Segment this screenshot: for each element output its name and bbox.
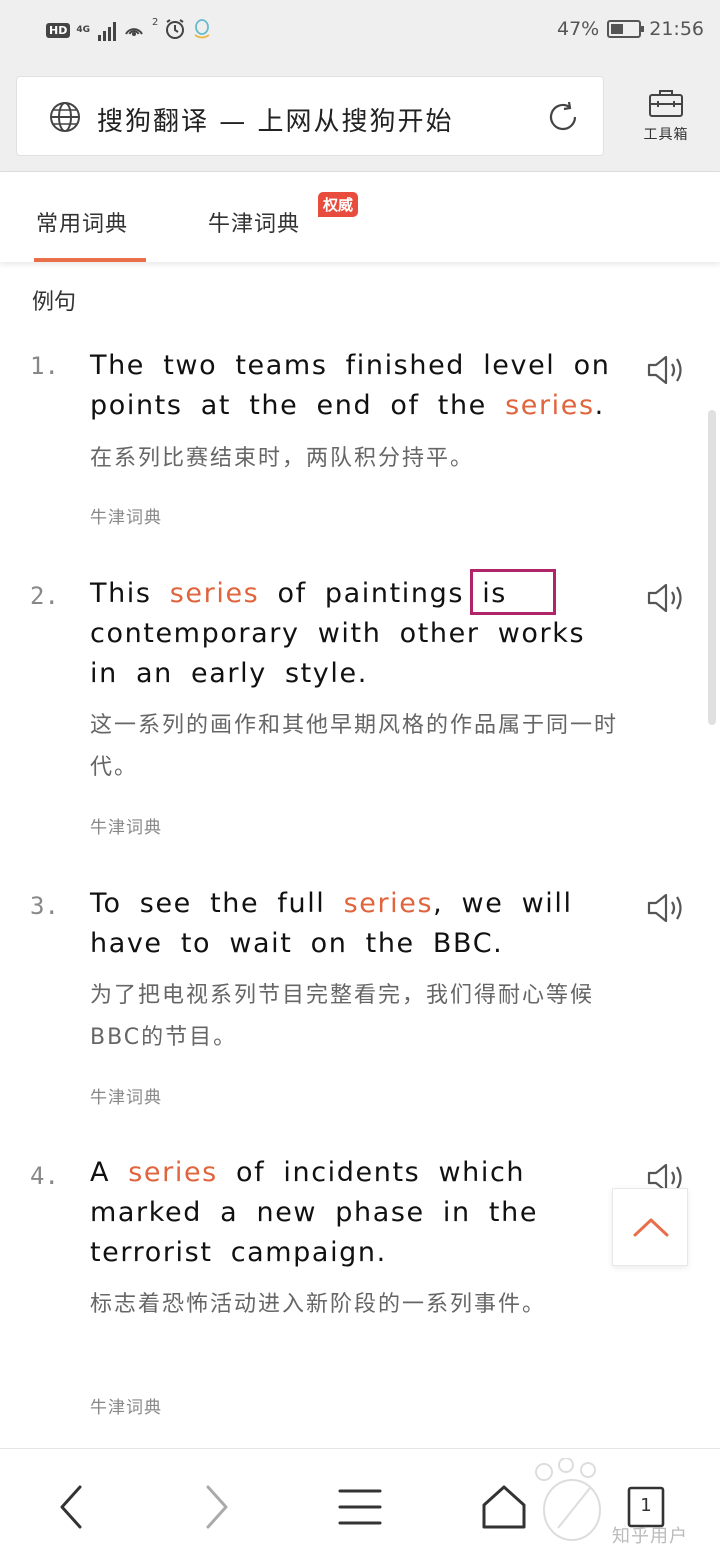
- example-source: 牛津词典: [90, 818, 162, 838]
- section-title: 例句: [32, 290, 77, 315]
- sentence-text: To see the full: [90, 888, 344, 919]
- example-translation: 在系列比赛结束时，两队积分持平。: [90, 446, 475, 471]
- example-number: 3.: [30, 892, 59, 920]
- zhihu-watermark-icon: [535, 1458, 601, 1541]
- example-sentence: The two teams finished level on points a…: [90, 346, 620, 426]
- globe-icon: [50, 102, 80, 132]
- refresh-icon[interactable]: [545, 99, 581, 135]
- back-arrow-icon[interactable]: [44, 1479, 100, 1535]
- dictionary-tabs: 常用词典 牛津词典 权威: [0, 172, 720, 262]
- menu-icon[interactable]: [332, 1479, 388, 1535]
- example-source: 牛津词典: [90, 508, 162, 528]
- alarm-icon: [164, 18, 186, 43]
- speaker-icon[interactable]: [646, 580, 686, 616]
- hd-indicator: HD: [46, 23, 71, 38]
- signal-icon: [98, 21, 116, 41]
- search-box[interactable]: 搜狗翻译 — 上网从搜狗开始: [16, 76, 604, 156]
- example-source: 牛津词典: [90, 1398, 162, 1418]
- sentence-text: A: [90, 1157, 129, 1188]
- active-tab-indicator: [34, 258, 146, 262]
- example-number: 1.: [30, 352, 59, 380]
- tab-oxford-dictionary[interactable]: 牛津词典: [208, 206, 300, 238]
- example-sentence: To see the full series, we will have to …: [90, 884, 620, 964]
- toolbox-label: 工具箱: [643, 127, 689, 143]
- hotspot-count: 2: [152, 17, 159, 28]
- header: 搜狗翻译 — 上网从搜狗开始 工具箱: [0, 62, 720, 172]
- sentence-text: .: [594, 390, 605, 421]
- toolbox-icon: [649, 90, 683, 117]
- battery-fill: [611, 24, 624, 34]
- back-to-top-button[interactable]: [612, 1188, 688, 1266]
- watermark-text: 知乎用户: [612, 1526, 688, 1547]
- forward-arrow-icon[interactable]: [188, 1479, 244, 1535]
- tab-count: 1: [640, 1495, 652, 1516]
- highlighted-word[interactable]: series: [128, 1157, 218, 1188]
- sentence-text: This: [90, 578, 170, 609]
- authority-badge: 权威: [318, 192, 359, 217]
- example-translation: 这一系列的画作和其他早期风格的作品属于同一时代。: [90, 713, 619, 780]
- toolbox-button[interactable]: 工具箱: [626, 88, 706, 144]
- example-translation: 为了把电视系列节目完整看完，我们得耐心等候BBC的节目。: [90, 983, 595, 1050]
- example-number: 4.: [30, 1162, 59, 1190]
- example-translation: 标志着恐怖活动进入新阶段的一系列事件。: [90, 1292, 547, 1317]
- annotation-highlight-box: [470, 569, 556, 615]
- status-left: HD 4G 2: [46, 17, 212, 43]
- home-icon[interactable]: [476, 1479, 532, 1535]
- example-source: 牛津词典: [90, 1088, 162, 1108]
- tab-common-dictionary[interactable]: 常用词典: [36, 206, 128, 238]
- chevron-up-icon: [633, 1218, 669, 1237]
- hotspot-icon: [122, 18, 146, 43]
- highlighted-word[interactable]: series: [344, 888, 434, 919]
- search-title: 搜狗翻译 — 上网从搜狗开始: [97, 107, 454, 137]
- speaker-icon[interactable]: [646, 890, 686, 926]
- network-type: 4G: [76, 25, 90, 35]
- status-bar: HD 4G 2 47% 21:56: [0, 0, 720, 62]
- scrollbar-thumb[interactable]: [708, 410, 716, 725]
- qq-icon: [192, 18, 212, 43]
- highlighted-word[interactable]: series: [170, 578, 260, 609]
- example-number: 2.: [30, 582, 59, 610]
- battery-icon: [607, 20, 645, 38]
- speaker-icon[interactable]: [646, 352, 686, 388]
- example-sentence: A series of incidents which marked a new…: [90, 1153, 620, 1273]
- clock: 21:56: [649, 18, 704, 40]
- status-right: 47% 21:56: [557, 18, 704, 40]
- highlighted-word[interactable]: series: [505, 390, 595, 421]
- battery-percent: 47%: [557, 18, 600, 40]
